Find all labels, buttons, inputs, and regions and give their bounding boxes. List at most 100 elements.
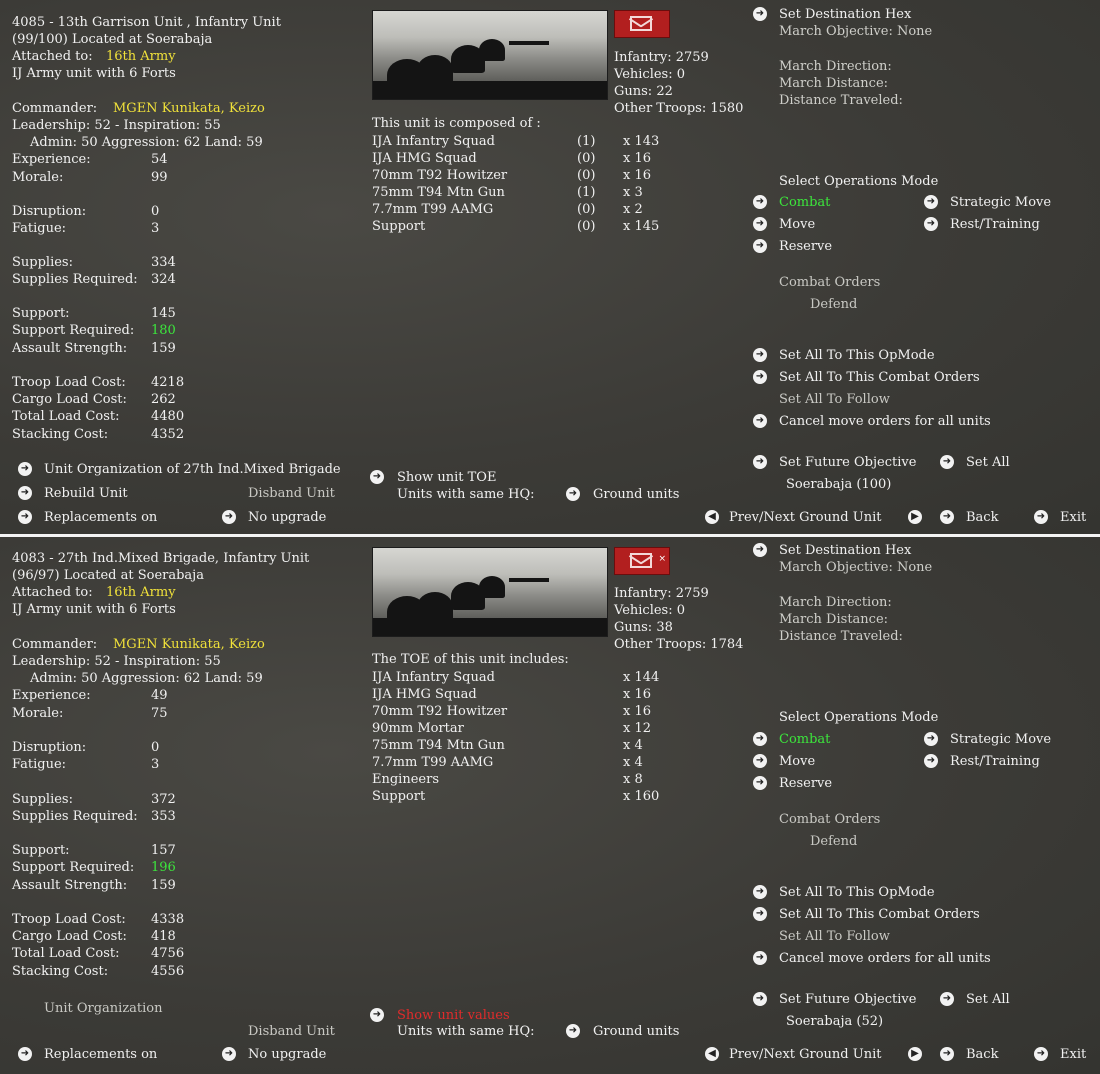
upgrade-toggle[interactable]: No upgrade xyxy=(248,1046,326,1063)
right-arrow-icon[interactable]: ➜ xyxy=(753,7,767,21)
right-arrow-icon[interactable]: ➜ xyxy=(924,195,938,209)
right-arrow-icon[interactable]: ➜ xyxy=(753,348,767,362)
right-arrow-icon[interactable]: ➜ xyxy=(753,543,767,557)
right-arrow-icon[interactable]: ➜ xyxy=(370,470,384,484)
right-arrow-icon[interactable]: ➜ xyxy=(753,239,767,253)
right-arrow-icon[interactable]: ➜ xyxy=(1034,510,1048,524)
message-button[interactable]: × xyxy=(614,547,670,575)
right-arrow-icon[interactable]: ➜ xyxy=(566,487,580,501)
right-arrow-icon[interactable]: ➜ xyxy=(940,455,954,469)
left-arrow-icon[interactable]: ◀ xyxy=(705,510,719,524)
composition-title: This unit is composed of : xyxy=(372,116,541,131)
right-arrow-icon[interactable]: ➜ xyxy=(18,1047,32,1061)
opmode-reserve-button[interactable]: Reserve xyxy=(779,775,832,792)
right-arrow-icon[interactable]: ➜ xyxy=(753,951,767,965)
set-all-orders-button[interactable]: Set All To This Combat Orders xyxy=(779,369,980,386)
stat-value: 49 xyxy=(151,688,168,703)
replacements-toggle[interactable]: Replacements on xyxy=(44,509,157,526)
future-objective-button[interactable]: Set Future Objective xyxy=(779,454,916,471)
show-toe-button[interactable]: Show unit TOE xyxy=(397,469,496,486)
opmode-rest-button[interactable]: Rest/Training xyxy=(950,216,1040,233)
right-arrow-icon[interactable]: ➜ xyxy=(566,1024,580,1038)
composition-name: IJA HMG Squad xyxy=(372,687,477,702)
composition-title: The TOE of this unit includes: xyxy=(372,652,569,667)
exit-button[interactable]: Exit xyxy=(1060,1046,1086,1063)
replacements-toggle[interactable]: Replacements on xyxy=(44,1046,157,1063)
right-arrow-icon[interactable]: ➜ xyxy=(18,510,32,524)
composition-count: x 16 xyxy=(623,704,652,719)
stat-label: Disruption: xyxy=(12,740,87,755)
show-values-button[interactable]: Show unit values xyxy=(397,1007,510,1024)
right-arrow-icon[interactable]: ➜ xyxy=(753,754,767,768)
right-arrow-icon[interactable]: ➜ xyxy=(753,217,767,231)
back-button[interactable]: Back xyxy=(966,1046,998,1063)
right-arrow-icon[interactable]: ▶ xyxy=(908,1047,922,1061)
right-arrow-icon[interactable]: ➜ xyxy=(222,510,236,524)
rebuild-unit-button[interactable]: Rebuild Unit xyxy=(44,485,128,502)
commander-name-link[interactable]: MGEN Kunikata, Keizo xyxy=(113,100,265,117)
combat-orders-value[interactable]: Defend xyxy=(810,296,857,313)
stat-label: Support Required: xyxy=(12,323,135,338)
back-button[interactable]: Back xyxy=(966,509,998,526)
cancel-move-button[interactable]: Cancel move orders for all units xyxy=(779,413,991,430)
right-arrow-icon[interactable]: ➜ xyxy=(753,732,767,746)
opmode-combat-button[interactable]: Combat xyxy=(779,731,830,748)
exit-button[interactable]: Exit xyxy=(1060,509,1086,526)
right-arrow-icon[interactable]: ➜ xyxy=(753,455,767,469)
right-arrow-icon[interactable]: ➜ xyxy=(753,992,767,1006)
right-arrow-icon[interactable]: ➜ xyxy=(753,776,767,790)
set-all-follow-label: Set All To Follow xyxy=(779,392,890,407)
right-arrow-icon[interactable]: ➜ xyxy=(924,754,938,768)
right-arrow-icon[interactable]: ➜ xyxy=(924,217,938,231)
right-arrow-icon[interactable]: ➜ xyxy=(18,462,32,476)
set-all-opmode-button[interactable]: Set All To This OpMode xyxy=(779,347,935,364)
future-objective-button[interactable]: Set Future Objective xyxy=(779,991,916,1008)
opmode-strategic-button[interactable]: Strategic Move xyxy=(950,194,1051,211)
right-arrow-icon[interactable]: ➜ xyxy=(753,414,767,428)
right-arrow-icon[interactable]: ➜ xyxy=(924,732,938,746)
right-arrow-icon[interactable]: ➜ xyxy=(753,370,767,384)
right-arrow-icon[interactable]: ➜ xyxy=(18,486,32,500)
set-destination-button[interactable]: Set Destination Hex xyxy=(779,6,911,23)
opmode-rest-button[interactable]: Rest/Training xyxy=(950,753,1040,770)
right-arrow-icon[interactable]: ➜ xyxy=(1034,1047,1048,1061)
stat-value: 157 xyxy=(151,843,176,858)
attached-army-link[interactable]: 16th Army xyxy=(106,584,176,601)
right-arrow-icon[interactable]: ➜ xyxy=(753,885,767,899)
right-arrow-icon[interactable]: ➜ xyxy=(753,195,767,209)
cancel-move-button[interactable]: Cancel move orders for all units xyxy=(779,950,991,967)
message-button[interactable] xyxy=(614,10,670,38)
opmode-move-button[interactable]: Move xyxy=(779,216,815,233)
set-all-button[interactable]: Set All xyxy=(966,454,1010,471)
right-arrow-icon[interactable]: ➜ xyxy=(940,992,954,1006)
composition-name: Engineers xyxy=(372,772,439,787)
unit-organization-button[interactable]: Unit Organization of 27th Ind.Mixed Brig… xyxy=(44,461,341,478)
set-all-opmode-button[interactable]: Set All To This OpMode xyxy=(779,884,935,901)
opmode-reserve-button[interactable]: Reserve xyxy=(779,238,832,255)
right-arrow-icon[interactable]: ➜ xyxy=(940,1047,954,1061)
right-arrow-icon[interactable]: ➜ xyxy=(940,510,954,524)
unit-photo xyxy=(372,10,608,100)
stat-label: Stacking Cost: xyxy=(12,964,109,979)
right-arrow-icon[interactable]: ➜ xyxy=(753,907,767,921)
upgrade-toggle[interactable]: No upgrade xyxy=(248,509,326,526)
composition-name: 75mm T94 Mtn Gun xyxy=(372,738,505,753)
left-arrow-icon[interactable]: ◀ xyxy=(705,1047,719,1061)
attached-label: Attached to: xyxy=(12,585,93,600)
stat-value: 75 xyxy=(151,706,168,721)
right-arrow-icon[interactable]: ➜ xyxy=(370,1008,384,1022)
right-arrow-icon[interactable]: ▶ xyxy=(908,510,922,524)
set-all-orders-button[interactable]: Set All To This Combat Orders xyxy=(779,906,980,923)
combat-orders-value[interactable]: Defend xyxy=(810,833,857,850)
right-arrow-icon[interactable]: ➜ xyxy=(222,1047,236,1061)
set-destination-button[interactable]: Set Destination Hex xyxy=(779,542,911,559)
ground-units-button[interactable]: Ground units xyxy=(593,486,679,503)
composition-name: 75mm T94 Mtn Gun xyxy=(372,185,505,200)
commander-name-link[interactable]: MGEN Kunikata, Keizo xyxy=(113,636,265,653)
ground-units-button[interactable]: Ground units xyxy=(593,1023,679,1040)
opmode-move-button[interactable]: Move xyxy=(779,753,815,770)
set-all-button[interactable]: Set All xyxy=(966,991,1010,1008)
opmode-combat-button[interactable]: Combat xyxy=(779,194,830,211)
attached-army-link[interactable]: 16th Army xyxy=(106,48,176,65)
opmode-strategic-button[interactable]: Strategic Move xyxy=(950,731,1051,748)
